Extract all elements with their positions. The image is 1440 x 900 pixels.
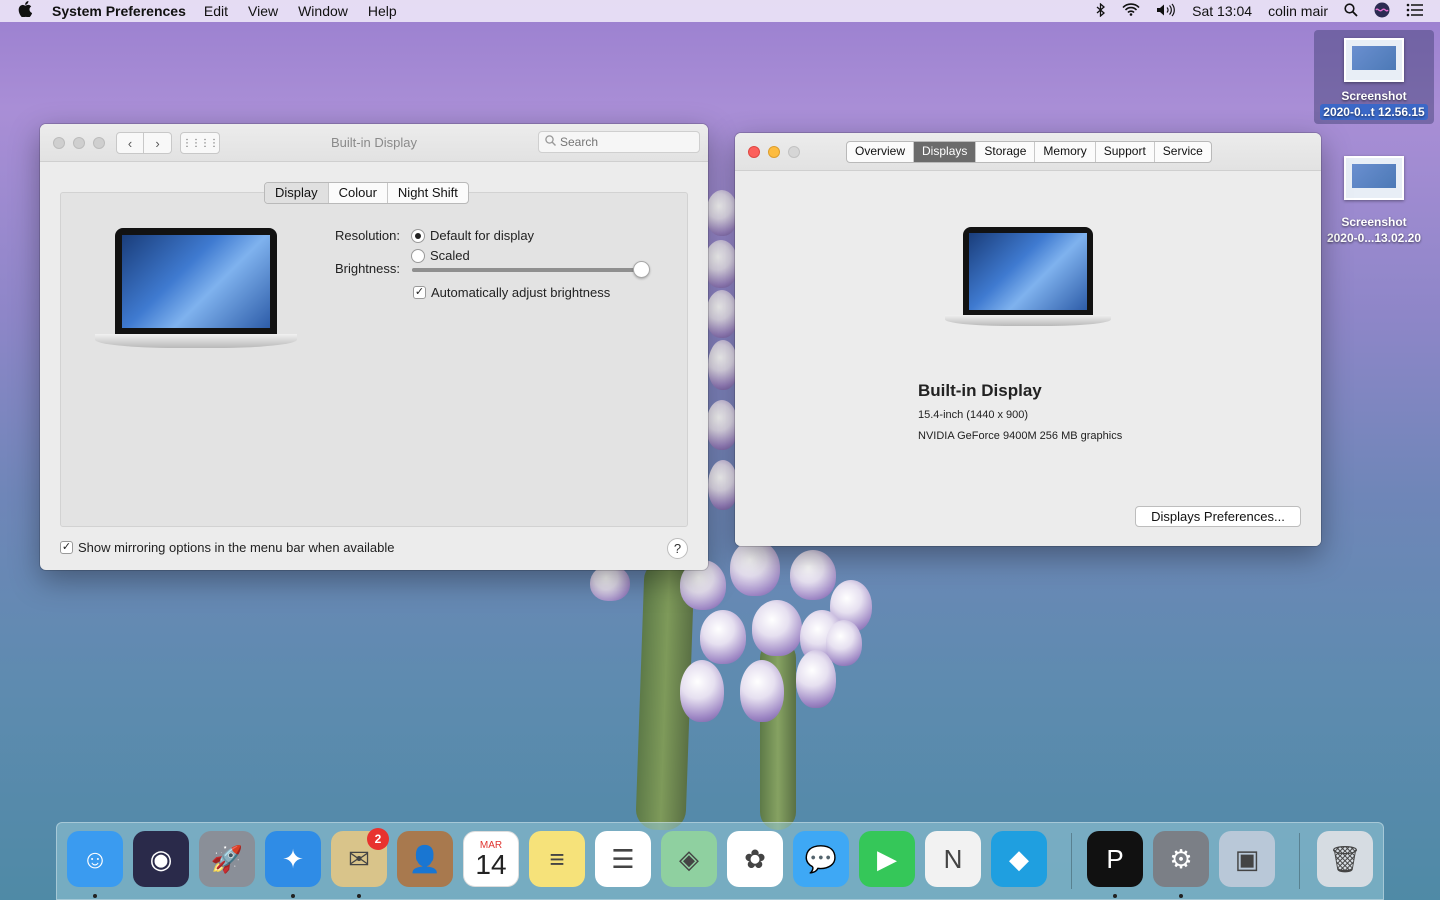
calendar-day: 14 bbox=[475, 848, 507, 880]
launchpad-icon[interactable]: 🚀 bbox=[199, 831, 255, 887]
messages-icon[interactable]: 💬 bbox=[793, 831, 849, 887]
tab-memory[interactable]: Memory bbox=[1035, 142, 1096, 162]
facetime-icon[interactable]: ▶ bbox=[859, 831, 915, 887]
brightness-label: Brightness: bbox=[334, 261, 400, 276]
display-name: Built-in Display bbox=[918, 381, 1042, 400]
desktop-file-screenshot-1[interactable]: Screenshot 2020-0...t 12.56.15 bbox=[1314, 30, 1434, 124]
laptop-display-icon bbox=[95, 228, 297, 352]
trash-icon[interactable]: 🗑 bbox=[1317, 831, 1373, 887]
brightness-slider-knob[interactable] bbox=[632, 261, 650, 278]
help-button[interactable]: ? bbox=[667, 538, 688, 559]
tab-service[interactable]: Service bbox=[1155, 142, 1211, 162]
window-titlebar: Overview Displays Storage Memory Support… bbox=[735, 133, 1321, 171]
menu-view[interactable]: View bbox=[248, 3, 278, 19]
plex-icon[interactable]: P bbox=[1087, 831, 1143, 887]
displays-preferences-button[interactable]: Displays Preferences... bbox=[1135, 506, 1301, 527]
menu-user[interactable]: colin mair bbox=[1268, 3, 1328, 19]
reminders-icon[interactable]: ☰ bbox=[595, 831, 651, 887]
checkmark-icon: ✓ bbox=[60, 541, 73, 554]
menu-window[interactable]: Window bbox=[298, 3, 348, 19]
search-field[interactable] bbox=[538, 131, 700, 153]
displays-tab-content: Built-in Display 15.4-inch (1440 x 900) … bbox=[735, 171, 1321, 546]
desktop-file-label-line1: Screenshot bbox=[1341, 215, 1407, 229]
dock-separator bbox=[1299, 833, 1300, 889]
close-button[interactable] bbox=[748, 146, 760, 158]
notification-center-icon[interactable] bbox=[1406, 3, 1424, 20]
about-tabs: Overview Displays Storage Memory Support… bbox=[846, 141, 1212, 163]
apple-menu-icon[interactable] bbox=[18, 1, 38, 21]
siri-icon[interactable]: ◉ bbox=[133, 831, 189, 887]
wifi-icon[interactable] bbox=[1122, 3, 1140, 19]
resolution-default-radio[interactable]: Default for display bbox=[411, 228, 534, 243]
mirroring-options-checkbox[interactable]: ✓ Show mirroring options in the menu bar… bbox=[60, 540, 395, 555]
dock: ☺ ◉ 🚀 ✦ ✉ 2 👤 MAR 14 ≡ ☰ ◈ ✿ 💬 ▶ N ◆ P ⚙ ▣ 🗑 bbox=[56, 822, 1384, 900]
file-thumbnail-icon bbox=[1344, 38, 1404, 82]
minimize-button[interactable] bbox=[768, 146, 780, 158]
menu-clock[interactable]: Sat 13:04 bbox=[1192, 3, 1252, 19]
menu-app-name[interactable]: System Preferences bbox=[52, 3, 186, 19]
tab-night-shift[interactable]: Night Shift bbox=[388, 183, 468, 203]
running-indicator bbox=[1179, 894, 1183, 898]
search-input[interactable] bbox=[560, 135, 690, 149]
display-preferences-window: ‹ › ⋮⋮⋮⋮ Built-in Display Display Colour… bbox=[40, 124, 708, 570]
resolution-default-label: Default for display bbox=[430, 228, 535, 243]
tab-displays[interactable]: Displays bbox=[914, 142, 977, 162]
spotlight-search-icon[interactable] bbox=[1344, 2, 1358, 20]
system-preferences-icon[interactable]: ⚙ bbox=[1153, 831, 1209, 887]
calendar-icon[interactable]: MAR 14 bbox=[463, 831, 519, 887]
kodi-icon[interactable]: ◆ bbox=[991, 831, 1047, 887]
tab-display[interactable]: Display bbox=[265, 183, 329, 203]
display-size: 15.4-inch (1440 x 900) bbox=[918, 409, 1029, 421]
desktop-file-label-line2: 2020-0...13.02.20 bbox=[1326, 231, 1422, 245]
brightness-slider[interactable] bbox=[412, 261, 650, 278]
resolution-scaled-radio[interactable]: Scaled bbox=[411, 248, 470, 263]
search-icon bbox=[545, 135, 556, 149]
tab-overview[interactable]: Overview bbox=[847, 142, 915, 162]
radio-unselected-indicator bbox=[411, 248, 425, 263]
resolution-scaled-label: Scaled bbox=[430, 248, 470, 263]
safari-icon[interactable]: ✦ bbox=[265, 831, 321, 887]
file-thumbnail-icon bbox=[1344, 156, 1404, 200]
notification-badge: 2 bbox=[367, 828, 389, 850]
tab-colour[interactable]: Colour bbox=[329, 183, 388, 203]
news-icon[interactable]: N bbox=[925, 831, 981, 887]
preference-tabs: Display Colour Night Shift bbox=[264, 182, 469, 204]
laptop-display-icon bbox=[945, 227, 1111, 331]
desktop-file-screenshot-2[interactable]: Screenshot 2020-0...13.02.20 bbox=[1314, 156, 1434, 246]
tab-support[interactable]: Support bbox=[1096, 142, 1155, 162]
auto-brightness-label: Automatically adjust brightness bbox=[431, 285, 611, 300]
finder-icon[interactable]: ☺ bbox=[67, 831, 123, 887]
maps-icon[interactable]: ◈ bbox=[661, 831, 717, 887]
window-titlebar: ‹ › ⋮⋮⋮⋮ Built-in Display bbox=[40, 124, 708, 162]
tab-storage[interactable]: Storage bbox=[976, 142, 1036, 162]
resolution-label: Resolution: bbox=[334, 228, 400, 243]
menu-bar: System Preferences Edit View Window Help… bbox=[0, 0, 1440, 22]
about-this-mac-window: Overview Displays Storage Memory Support… bbox=[735, 133, 1321, 546]
photos-icon[interactable]: ✿ bbox=[727, 831, 783, 887]
brightness-slider-fill bbox=[412, 268, 642, 272]
mail-icon[interactable]: ✉ 2 bbox=[331, 828, 389, 887]
desktop-file-label-line2: 2020-0...t 12.56.15 bbox=[1320, 104, 1428, 120]
dock-separator bbox=[1071, 833, 1072, 889]
radio-selected-indicator bbox=[411, 228, 425, 243]
checkmark-icon: ✓ bbox=[413, 286, 426, 299]
desktop-file-label-line1: Screenshot bbox=[1341, 89, 1407, 103]
bluetooth-icon[interactable] bbox=[1096, 2, 1106, 20]
volume-icon[interactable] bbox=[1156, 3, 1176, 20]
running-indicator bbox=[93, 894, 97, 898]
running-indicator bbox=[1113, 894, 1117, 898]
siri-icon[interactable] bbox=[1374, 2, 1390, 21]
menu-help[interactable]: Help bbox=[368, 3, 397, 19]
running-indicator bbox=[357, 894, 361, 898]
zoom-button[interactable] bbox=[788, 146, 800, 158]
notes-icon[interactable]: ≡ bbox=[529, 831, 585, 887]
contacts-icon[interactable]: 👤 bbox=[397, 831, 453, 887]
mirroring-options-label: Show mirroring options in the menu bar w… bbox=[78, 540, 395, 555]
graphics-info: NVIDIA GeForce 9400M 256 MB graphics bbox=[918, 430, 1123, 442]
auto-brightness-checkbox[interactable]: ✓ Automatically adjust brightness bbox=[413, 285, 610, 300]
running-indicator bbox=[291, 894, 295, 898]
menu-edit[interactable]: Edit bbox=[204, 3, 228, 19]
preview-icon[interactable]: ▣ bbox=[1219, 831, 1275, 887]
